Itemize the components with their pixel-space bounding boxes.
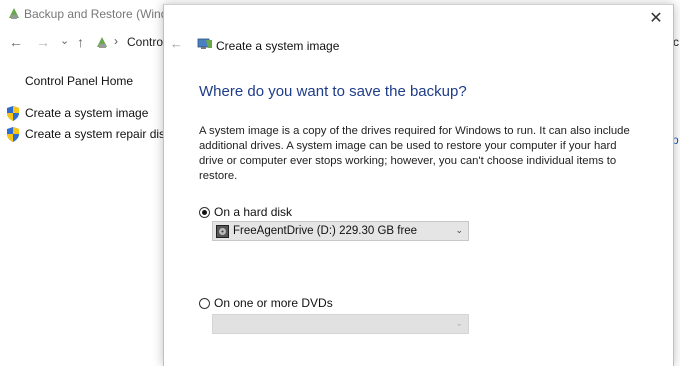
uac-shield-icon	[7, 126, 19, 142]
control-panel-icon	[97, 37, 107, 48]
up-arrow-icon[interactable]: ↑	[77, 34, 84, 50]
forward-arrow-icon[interactable]: →	[36, 34, 50, 50]
dvd-option[interactable]: On one or more DVDs	[199, 296, 333, 310]
dvd-label: On one or more DVDs	[214, 296, 333, 310]
hard-disk-option[interactable]: On a hard disk	[199, 205, 292, 219]
page-heading: Where do you want to save the backup?	[199, 83, 467, 100]
description-text: A system image is a copy of the drives r…	[199, 125, 630, 182]
task-create-system-image[interactable]: Create a system image	[6, 105, 148, 121]
chevron-down-icon: ⌄	[455, 225, 463, 235]
drive-icon	[216, 224, 229, 238]
hard-disk-radio[interactable]	[199, 206, 210, 218]
back-arrow-icon[interactable]: ←	[9, 34, 23, 50]
uac-shield-icon	[7, 105, 19, 121]
dialog-title: Create a system image	[216, 39, 340, 53]
task-label: Create a system repair disc	[25, 127, 172, 141]
address-bar-path[interactable]: Control	[127, 35, 166, 49]
recent-locations-icon[interactable]: ⌄	[60, 33, 69, 49]
dialog-back-arrow-icon[interactable]: ←	[170, 36, 183, 51]
backup-restore-icon	[9, 8, 19, 19]
dvd-radio[interactable]	[199, 297, 210, 309]
address-separator-icon: ›	[114, 34, 118, 48]
create-system-image-dialog: ✕ ← Create a system image Where do you w…	[163, 4, 674, 366]
hard-disk-dropdown[interactable]: FreeAgentDrive (D:) 229.30 GB free ⌄	[212, 221, 469, 241]
dvd-dropdown: ⌄	[212, 314, 469, 334]
system-image-icon	[197, 38, 212, 49]
hard-disk-label: On a hard disk	[214, 205, 293, 219]
chevron-down-icon: ⌄	[455, 318, 463, 328]
selected-drive: FreeAgentDrive (D:) 229.30 GB free	[233, 225, 418, 237]
control-panel-home-link[interactable]: Control Panel Home	[25, 74, 133, 88]
close-button[interactable]: ✕	[647, 10, 665, 28]
task-label: Create a system image	[25, 106, 149, 120]
task-create-repair-disc[interactable]: Create a system repair disc	[6, 126, 171, 142]
